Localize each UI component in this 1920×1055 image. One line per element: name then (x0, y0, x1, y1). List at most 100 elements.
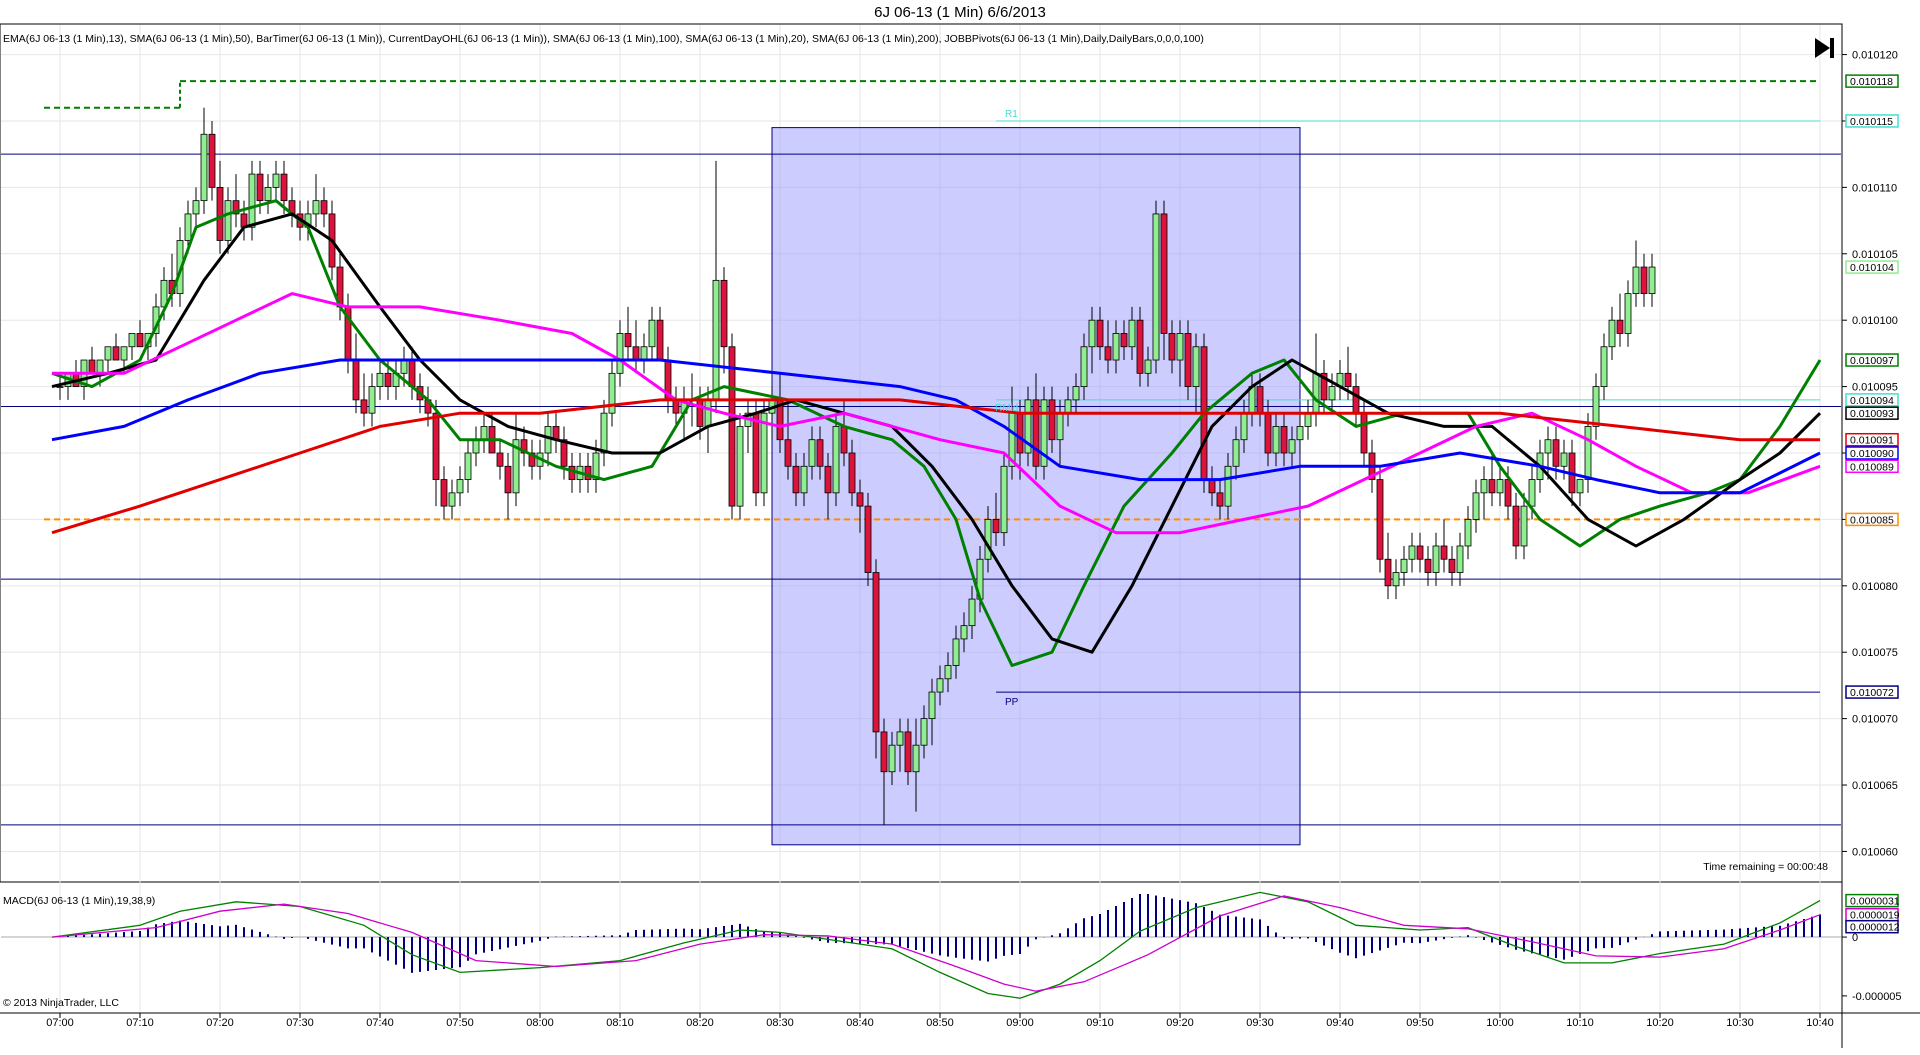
candle-body (248, 173, 256, 228)
macd-series-line (51, 895, 1821, 992)
candle-body (384, 372, 392, 387)
candle-body (1152, 213, 1160, 361)
candle-body (224, 200, 232, 241)
pivot-pp-label: PP (1005, 697, 1019, 708)
candle-body (632, 346, 640, 361)
candle-body (1312, 372, 1320, 414)
candle-body (1456, 545, 1464, 573)
candle-body (1264, 412, 1272, 454)
candle-body (456, 479, 464, 494)
candle-body (1360, 412, 1368, 454)
time-label: 10:40 (1806, 1017, 1834, 1029)
candle-body (368, 386, 376, 414)
candle-body (376, 372, 384, 387)
candle-body (1216, 492, 1224, 507)
time-label: 10:30 (1726, 1017, 1754, 1029)
price-marker: 0.0000031 (1845, 893, 1900, 908)
candle-body (648, 319, 656, 348)
price-marker-text: 0.0000031 (1850, 896, 1900, 908)
candle-body (1296, 426, 1304, 441)
price-axis[interactable]: 0.010060 0.010065 0.010070 0.010075 0.010080… (1842, 50, 1902, 1003)
candle-body (480, 426, 488, 441)
candle-body (1544, 439, 1552, 454)
candle-body (736, 426, 744, 507)
price-marker-text: 0.010089 (1850, 461, 1894, 473)
candle-body (200, 133, 208, 202)
price-marker-text: 0.010094 (1850, 395, 1894, 407)
candle-body (968, 598, 976, 627)
candle-body (1640, 266, 1648, 295)
candle-body (1552, 439, 1560, 467)
candle-body (784, 439, 792, 467)
candle-body (1056, 412, 1064, 441)
candle-body (1280, 426, 1288, 454)
candle-body (856, 492, 864, 507)
candle-body (584, 465, 592, 480)
price-label: 0.010065 (1852, 780, 1898, 792)
candle-body (432, 412, 440, 480)
candle-body (864, 505, 872, 573)
candle-body (920, 718, 928, 746)
candle-body (752, 412, 760, 494)
macd-series-line (51, 891, 1821, 999)
candle-body (600, 412, 608, 454)
price-marker: 0.010090 (1845, 446, 1899, 460)
candle-body (640, 346, 648, 361)
price-marker: 0.010104 (1845, 260, 1899, 274)
candle-body (1272, 426, 1280, 454)
candle-body (1592, 386, 1600, 427)
time-label: 08:40 (846, 1017, 874, 1029)
candle-body (1424, 558, 1432, 573)
candle-body (280, 173, 288, 202)
candle-body (1256, 386, 1264, 414)
price-marker: 0.010072 (1845, 685, 1899, 699)
chart-canvas[interactable]: 0.010060 0.010065 0.010070 0.010075 0.010080… (0, 0, 1920, 1055)
price-marker: 0.010085 (1845, 512, 1899, 526)
candle-body (1176, 333, 1184, 361)
candle-body (1448, 558, 1456, 573)
candle-body (1408, 545, 1416, 560)
candle-body (184, 213, 192, 241)
candle-body (1392, 572, 1400, 587)
indicator-list: EMA(6J 06-13 (1 Min),13), SMA(6J 06-13 (… (3, 33, 1204, 45)
time-label: 09:10 (1086, 1017, 1114, 1029)
time-label: 08:10 (606, 1017, 634, 1029)
price-marker-text: 0.010097 (1850, 355, 1894, 367)
candle-body (1072, 386, 1080, 401)
candle-body (656, 319, 664, 361)
time-label: 08:30 (766, 1017, 794, 1029)
candle-body (496, 452, 504, 467)
candle-body (1496, 479, 1504, 494)
price-marker-text: 0.010085 (1850, 514, 1894, 526)
price-marker-text: 0.010093 (1850, 408, 1894, 420)
macd-axis-label: -0.000005 (1852, 991, 1902, 1003)
candle-body (1016, 412, 1024, 454)
candle-body (1104, 346, 1112, 361)
time-label: 10:20 (1646, 1017, 1674, 1029)
candle-body (408, 359, 416, 387)
candle-body (448, 492, 456, 507)
candle-body (320, 200, 328, 215)
price-marker: 0.010094 (1845, 393, 1899, 407)
candle-body (1128, 319, 1136, 348)
candle-body (1440, 545, 1448, 560)
candle-body (760, 412, 768, 494)
candle-body (1352, 386, 1360, 414)
time-label: 10:00 (1486, 1017, 1514, 1029)
candle-body (872, 572, 880, 733)
candle-body (360, 399, 368, 414)
price-marker-text: 0.010104 (1850, 262, 1894, 274)
candle-body (608, 372, 616, 414)
time-label: 08:00 (526, 1017, 554, 1029)
candle-body (1648, 266, 1656, 295)
candle-body (472, 439, 480, 454)
candle-body (1240, 412, 1248, 441)
time-axis[interactable]: 07:00 07:10 07:20 07:30 07:40 07:50 08:00 08:10… (46, 1013, 1834, 1029)
candle-body (936, 678, 944, 693)
price-label: 0.010060 (1852, 846, 1898, 858)
candle-body (1096, 319, 1104, 348)
candle-body (208, 133, 216, 188)
candle-body (840, 426, 848, 454)
time-label: 08:20 (686, 1017, 714, 1029)
pivot-r1-label: R1 (1005, 109, 1018, 120)
